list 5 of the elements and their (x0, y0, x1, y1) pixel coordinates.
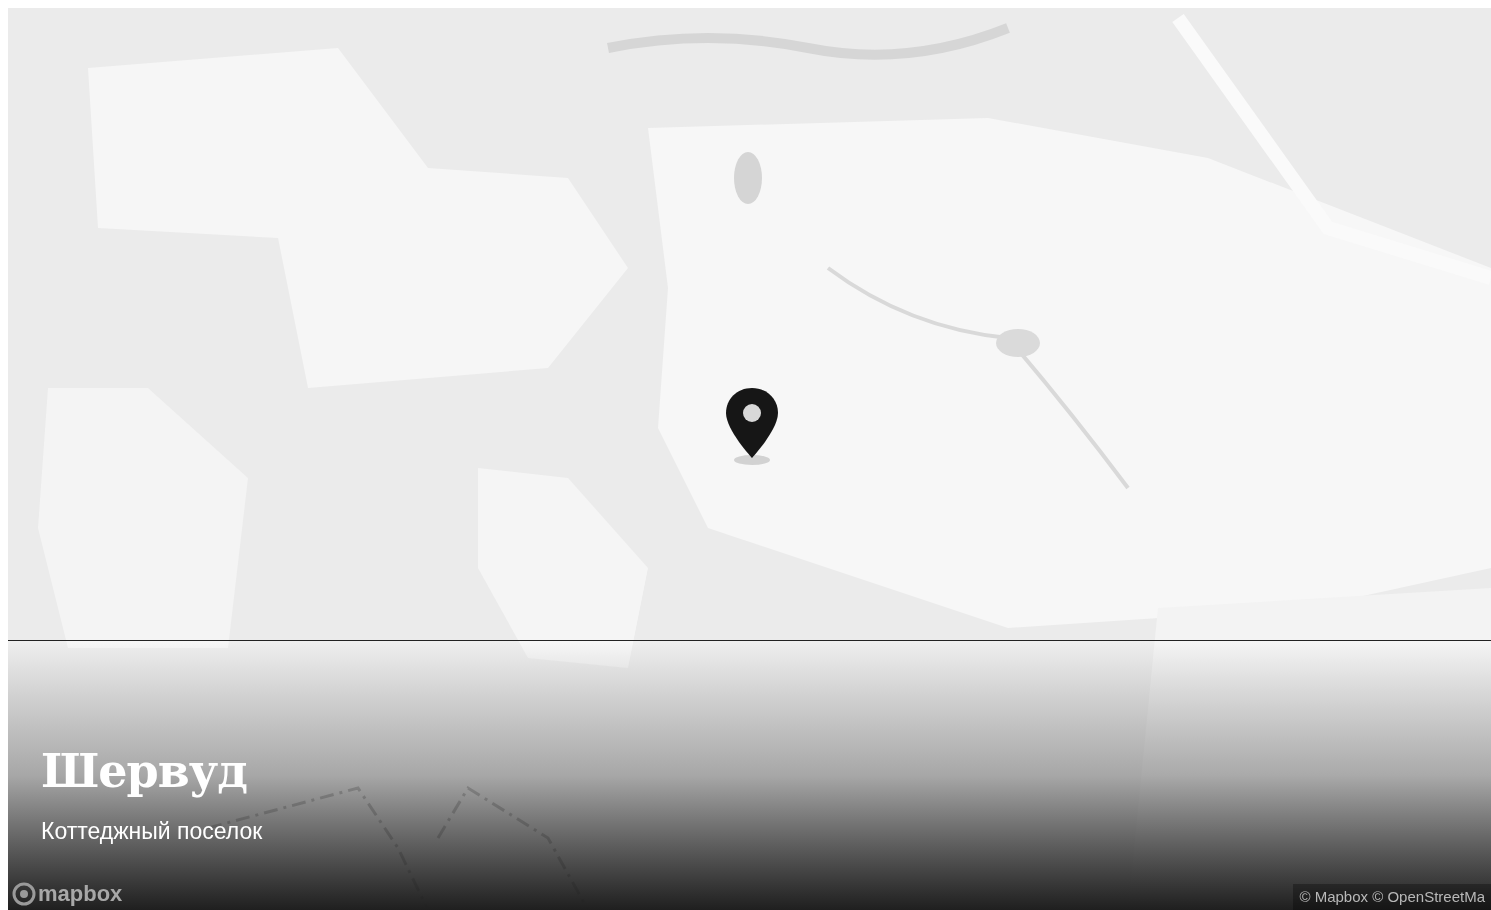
location-pin-icon[interactable] (724, 386, 780, 466)
logo-icon (12, 882, 36, 906)
logo-text[interactable]: mapbox (38, 883, 123, 905)
card-subtitle: Коттеджный поселок (41, 820, 263, 843)
map-attribution[interactable]: © Mapbox © OpenStreetMa (1293, 883, 1491, 910)
